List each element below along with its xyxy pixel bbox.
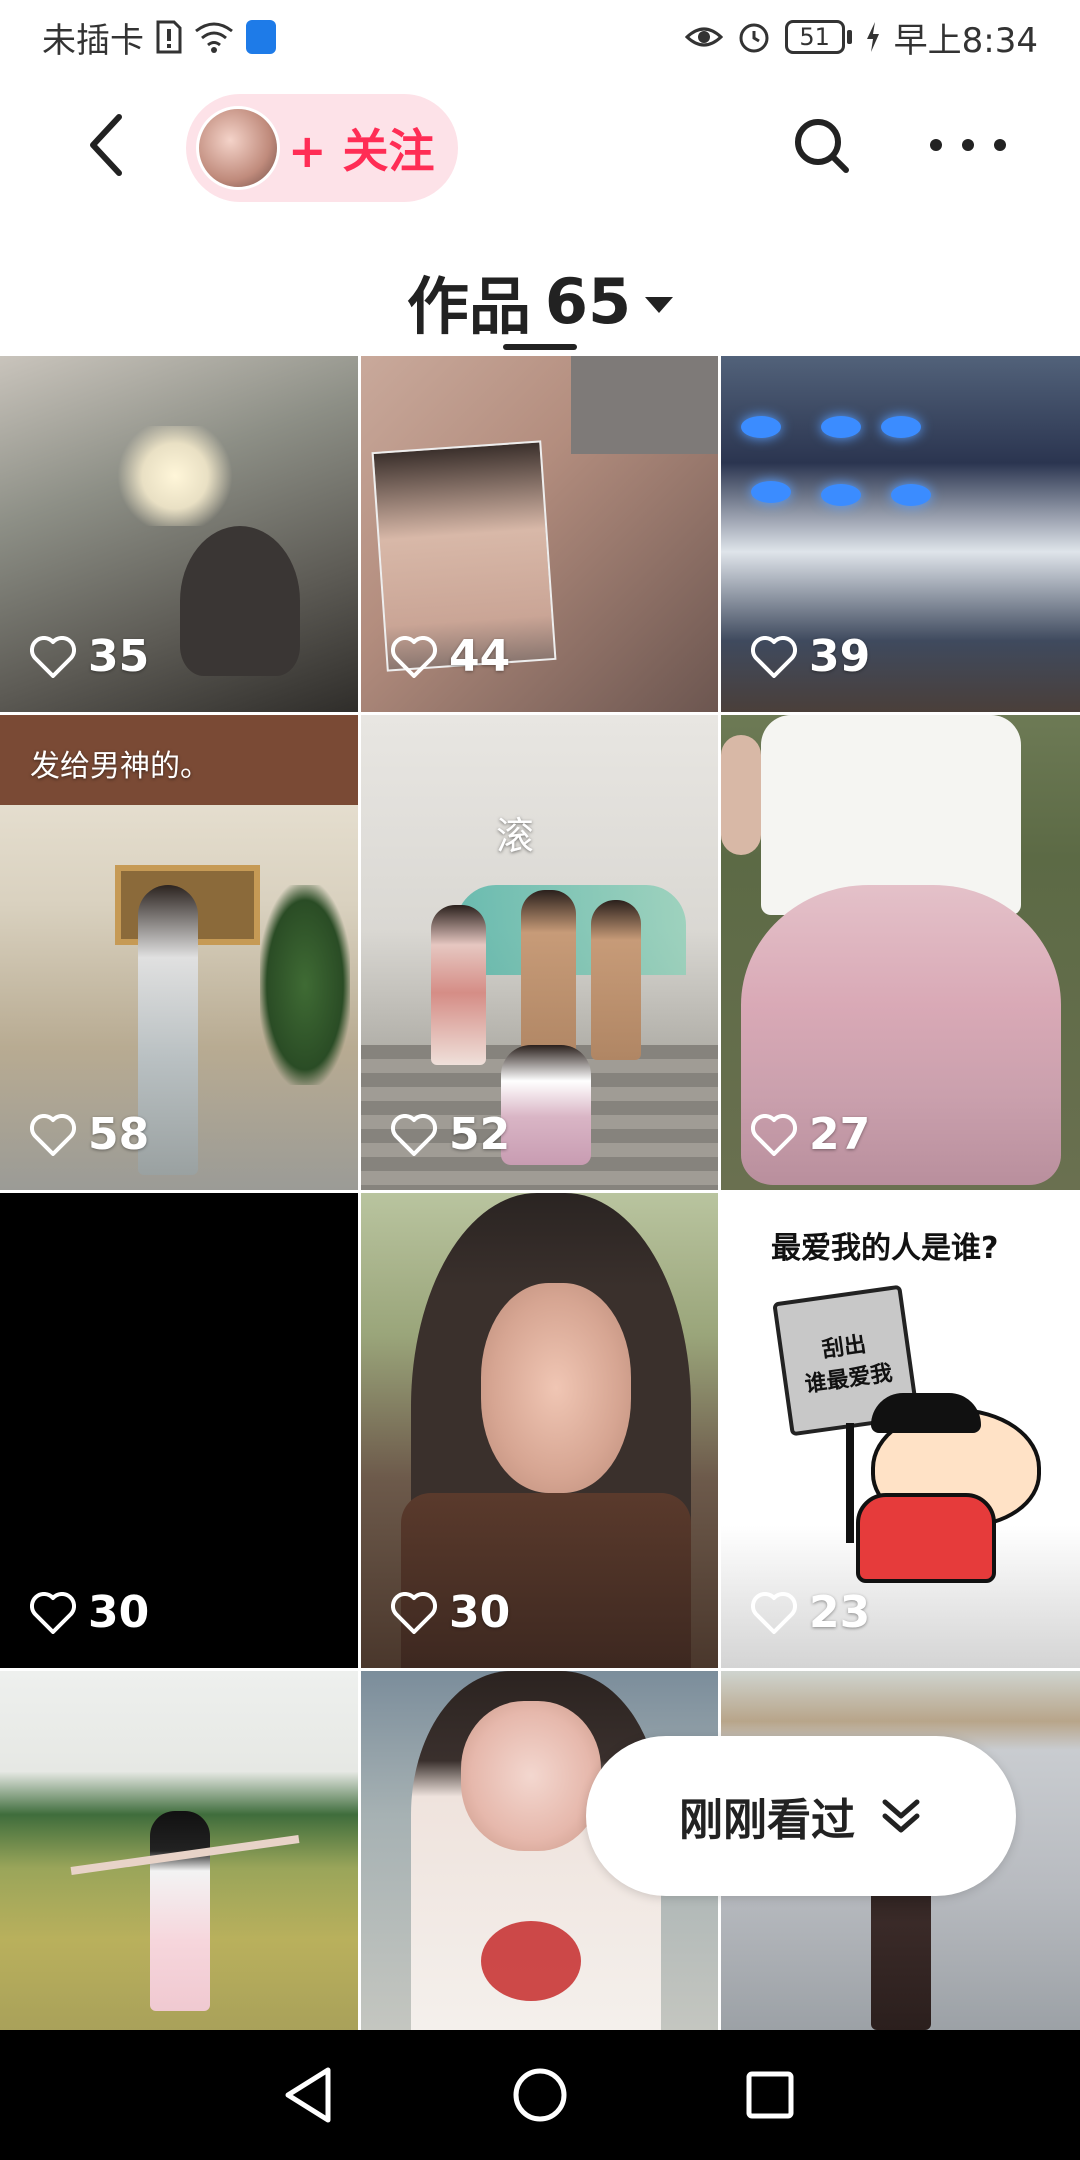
- like-count-text: 30: [88, 1587, 150, 1638]
- video-tile[interactable]: 发给男神的。 58: [0, 715, 358, 1190]
- follow-label: + 关注: [288, 124, 435, 178]
- nav-home-button[interactable]: [507, 2062, 573, 2128]
- tile-caption: 发给男神的。: [30, 749, 210, 784]
- like-count: 27: [751, 1109, 870, 1160]
- like-count-text: 30: [449, 1587, 511, 1638]
- alarm-icon: [739, 23, 769, 53]
- circle-home-icon: [513, 2068, 567, 2122]
- like-count: 44: [391, 631, 510, 682]
- more-dot-icon: [994, 139, 1006, 151]
- like-count: 52: [391, 1109, 510, 1160]
- chevron-left-icon: [90, 114, 122, 176]
- caret-down-icon: [645, 297, 674, 313]
- like-count: 30: [30, 1587, 149, 1638]
- like-count-text: 23: [809, 1587, 871, 1638]
- video-tile[interactable]: 最爱我的人是谁? 刮出 谁最爱我 23: [721, 1193, 1080, 1668]
- like-count: 39: [751, 631, 870, 682]
- search-icon: [795, 119, 849, 173]
- like-count-text: 44: [449, 631, 511, 682]
- like-count-text: 27: [809, 1109, 871, 1160]
- recently-viewed-button[interactable]: 刚刚看过: [586, 1736, 1016, 1896]
- video-tile[interactable]: 30: [361, 1193, 718, 1668]
- tile-caption: 滚: [496, 814, 535, 858]
- like-count: 35: [30, 631, 149, 682]
- sign-text: 刮出 谁最爱我: [803, 1331, 894, 1398]
- like-count-text: 35: [88, 631, 150, 682]
- triangle-back-icon: [285, 2067, 331, 2123]
- video-tile[interactable]: 35: [0, 356, 358, 712]
- like-count-text: 52: [449, 1109, 511, 1160]
- tile-caption: 最爱我的人是谁?: [771, 1231, 999, 1266]
- status-left: 未插卡: [42, 14, 276, 61]
- eye-icon: [684, 27, 723, 47]
- more-dot-icon: [930, 139, 942, 151]
- nav-back-button[interactable]: [276, 2062, 342, 2128]
- heart-icon: [30, 1591, 76, 1634]
- sim-alert-icon: [156, 20, 182, 54]
- heart-icon: [391, 635, 437, 678]
- search-button[interactable]: [790, 114, 854, 178]
- works-tab-indicator: [503, 344, 577, 350]
- double-chevron-down-icon: [882, 1799, 920, 1833]
- video-tile[interactable]: 39: [721, 356, 1080, 712]
- video-tile[interactable]: [0, 1671, 358, 2030]
- more-dot-icon: [962, 139, 974, 151]
- video-tile[interactable]: 30: [0, 1193, 358, 1668]
- follow-button[interactable]: + 关注: [186, 94, 458, 202]
- like-count-text: 58: [88, 1109, 150, 1160]
- works-count: 65: [544, 264, 632, 338]
- heart-icon: [30, 635, 76, 678]
- heart-icon: [391, 1113, 437, 1156]
- like-count: 30: [391, 1587, 510, 1638]
- heart-icon: [30, 1113, 76, 1156]
- works-label: 作品: [406, 270, 531, 343]
- heart-icon: [751, 1113, 797, 1156]
- shield-icon: [246, 20, 276, 54]
- avatar: [196, 106, 280, 190]
- heart-icon: [751, 1591, 797, 1634]
- like-count: 58: [30, 1109, 149, 1160]
- works-tab[interactable]: 作品 65: [0, 246, 1080, 356]
- more-button[interactable]: [930, 110, 1006, 180]
- battery-icon: 51: [784, 20, 852, 54]
- video-tile[interactable]: 44: [361, 356, 718, 712]
- nav-recents-button[interactable]: [737, 2062, 803, 2128]
- heart-icon: [391, 1591, 437, 1634]
- charging-icon: [866, 22, 879, 52]
- status-right: 51 早上8:34: [684, 14, 1038, 61]
- recently-viewed-label: 刚刚看过: [679, 1795, 855, 1846]
- square-recents-icon: [746, 2071, 794, 2119]
- system-nav-bar: [0, 2030, 1080, 2160]
- wifi-icon: [195, 22, 233, 53]
- like-count-text: 39: [809, 631, 871, 682]
- carrier-text: 未插卡: [42, 20, 144, 61]
- video-tile[interactable]: 27: [721, 715, 1080, 1190]
- like-count: 23: [751, 1587, 870, 1638]
- status-bar: 未插卡 51 早上8:34: [0, 0, 1080, 74]
- video-tile[interactable]: 滚 52: [361, 715, 718, 1190]
- top-nav: + 关注: [0, 74, 1080, 220]
- battery-level: 51: [784, 20, 845, 54]
- back-button[interactable]: [70, 110, 140, 180]
- clock-text: 早上8:34: [893, 20, 1038, 61]
- heart-icon: [751, 635, 797, 678]
